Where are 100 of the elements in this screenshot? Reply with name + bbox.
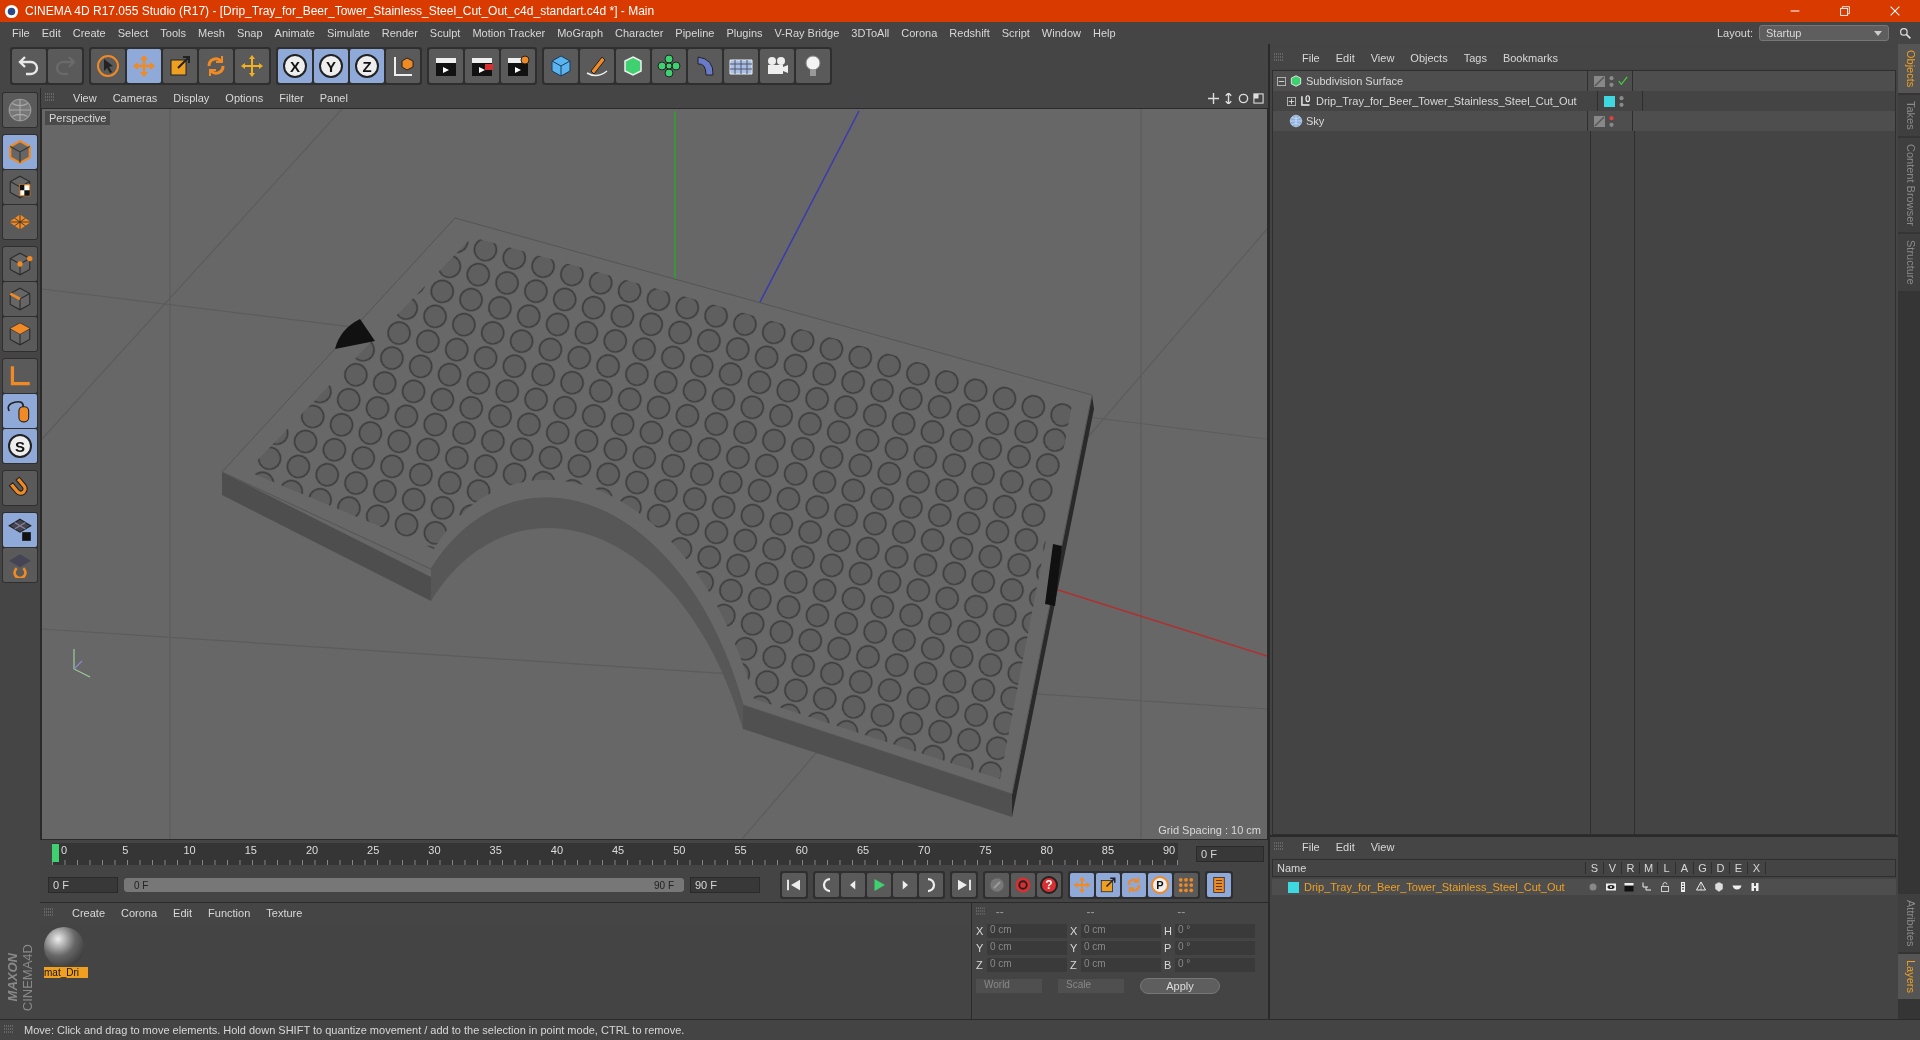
panel-grip-icon[interactable] [45, 93, 55, 103]
menu-item[interactable]: Motion Tracker [466, 27, 552, 39]
help-button[interactable]: ? [1037, 873, 1061, 897]
layers-menu-item[interactable]: File [1294, 841, 1328, 853]
floor-tool-button[interactable] [724, 49, 758, 83]
objects-menu-item[interactable]: Objects [1402, 52, 1456, 64]
panel-grip-icon[interactable] [1274, 842, 1284, 852]
side-tab[interactable]: Objects [1898, 44, 1920, 94]
viewport-menu-item[interactable]: Panel [311, 92, 356, 104]
layer-color-swatch[interactable] [1604, 95, 1615, 107]
column-header[interactable]: R [1622, 862, 1640, 874]
padlock-icon[interactable] [1659, 881, 1671, 893]
scale-button[interactable] [1096, 873, 1120, 897]
axis-tool-button[interactable]: X [278, 49, 312, 83]
material-menu-item[interactable]: Edit [165, 907, 201, 919]
eye-icon[interactable] [1605, 881, 1617, 893]
points-tool-button[interactable] [3, 247, 37, 281]
menu-item[interactable]: Simulate [320, 27, 376, 39]
column-header[interactable]: Name [1273, 862, 1586, 874]
pen-tool-button[interactable] [580, 49, 614, 83]
object-name[interactable]: Sky [1306, 115, 1325, 127]
column-header[interactable]: X [1748, 862, 1766, 874]
end-frame-field[interactable]: 90 F [690, 877, 760, 893]
viewport-menu-item[interactable]: Cameras [104, 92, 166, 104]
panel-grip-icon[interactable] [976, 907, 986, 917]
clapperboard-icon[interactable] [1623, 881, 1635, 893]
go-end-button[interactable] [952, 873, 976, 897]
axis-tool-button[interactable]: Y [314, 49, 348, 83]
render-view-tool-button[interactable] [429, 49, 463, 83]
viewport-menu-item[interactable]: Display [165, 92, 218, 104]
select-tool-button[interactable] [91, 49, 125, 83]
panel-grip-icon[interactable] [1274, 53, 1284, 63]
xref-icon[interactable] [1749, 881, 1761, 893]
layer-color-swatch[interactable] [1288, 881, 1299, 893]
side-tab[interactable]: Layers [1898, 953, 1920, 999]
menu-item[interactable]: Script [995, 27, 1036, 39]
film-button[interactable] [1207, 873, 1231, 897]
menu-item[interactable]: Select [111, 27, 155, 39]
objects-menu-item[interactable]: Bookmarks [1494, 52, 1566, 64]
menu-item[interactable]: Sculpt [423, 27, 467, 39]
menu-item[interactable]: Help [1086, 27, 1122, 39]
column-header[interactable]: V [1604, 862, 1622, 874]
column-header[interactable]: A [1676, 862, 1694, 874]
menu-item[interactable]: File [6, 27, 36, 39]
next-frame-button[interactable] [893, 873, 917, 897]
menu-item[interactable]: Window [1035, 27, 1087, 39]
workplane-lock-tool-button[interactable] [3, 513, 37, 547]
tree-toggle-icon[interactable] [1287, 96, 1296, 106]
panel-grip-icon[interactable] [44, 908, 54, 918]
orbit-icon[interactable] [1238, 92, 1249, 104]
visibility-dots-icon[interactable] [1609, 114, 1614, 128]
objects-menu-item[interactable]: Edit [1327, 52, 1363, 64]
objects-menu-item[interactable]: File [1294, 52, 1328, 64]
viewport-menu-item[interactable]: Filter [271, 92, 312, 104]
add-tool-button[interactable] [235, 49, 269, 83]
hierarchy-icon[interactable] [1641, 881, 1653, 893]
edges-tool-button[interactable] [3, 282, 37, 316]
apply-button[interactable]: Apply [1140, 978, 1220, 994]
menu-item[interactable]: Animate [268, 27, 321, 39]
material-name[interactable]: mat_Dri [44, 967, 88, 978]
current-frame-field[interactable]: 0 F [1196, 846, 1264, 862]
viewport-menu-item[interactable]: View [65, 92, 105, 104]
menu-item[interactable]: MoGraph [551, 27, 610, 39]
axis-tool-tool-button[interactable] [3, 359, 37, 393]
menu-item[interactable]: V-Ray Bridge [768, 27, 846, 39]
coord-tool-button[interactable] [386, 49, 420, 83]
panel-grip-icon[interactable] [4, 1025, 14, 1035]
render-settings-tool-button[interactable] [501, 49, 535, 83]
snap-tool-button[interactable]: S [3, 429, 37, 463]
viewport-menu-item[interactable]: Options [217, 92, 272, 104]
go-start-button[interactable] [782, 873, 806, 897]
menu-item[interactable]: Snap [230, 27, 269, 39]
tree-toggle-icon[interactable] [1277, 76, 1286, 86]
material-menu-item[interactable]: Texture [258, 907, 311, 919]
objects-menu-item[interactable]: Tags [1455, 52, 1495, 64]
menu-item[interactable]: Redshift [943, 27, 996, 39]
layers-menu-item[interactable]: Edit [1327, 841, 1363, 853]
menu-item[interactable]: Render [375, 27, 424, 39]
material-preview-sphere[interactable] [44, 927, 84, 967]
menu-item[interactable]: Pipeline [669, 27, 721, 39]
camera-tool-button[interactable] [760, 49, 794, 83]
play-button[interactable] [867, 873, 891, 897]
layout-dropdown[interactable]: Startup [1759, 25, 1889, 41]
next-key-button[interactable] [919, 873, 943, 897]
keyframe-button[interactable] [985, 873, 1009, 897]
timeline-ruler[interactable]: 0 5 10 15 20 25 30 35 40 45 50 55 60 65 70 75 80 85 90 [52, 843, 1178, 865]
material-menu-item[interactable]: Corona [113, 907, 166, 919]
axis-tool-button[interactable]: Z [350, 49, 384, 83]
render-picture-tool-button[interactable] [465, 49, 499, 83]
scale-tool-button[interactable] [163, 49, 197, 83]
visibility-dots-icon[interactable] [1609, 74, 1614, 88]
column-header[interactable]: L [1658, 862, 1676, 874]
playhead-marker[interactable] [52, 844, 59, 862]
menu-item[interactable]: Mesh [192, 27, 231, 39]
pyramid-icon[interactable] [1695, 881, 1707, 893]
param-button[interactable]: P [1148, 873, 1172, 897]
menu-item[interactable]: Plugins [720, 27, 769, 39]
tweak-tool-button[interactable] [3, 394, 37, 428]
layers-menu-item[interactable]: View [1362, 841, 1403, 853]
column-header[interactable]: S [1586, 862, 1604, 874]
